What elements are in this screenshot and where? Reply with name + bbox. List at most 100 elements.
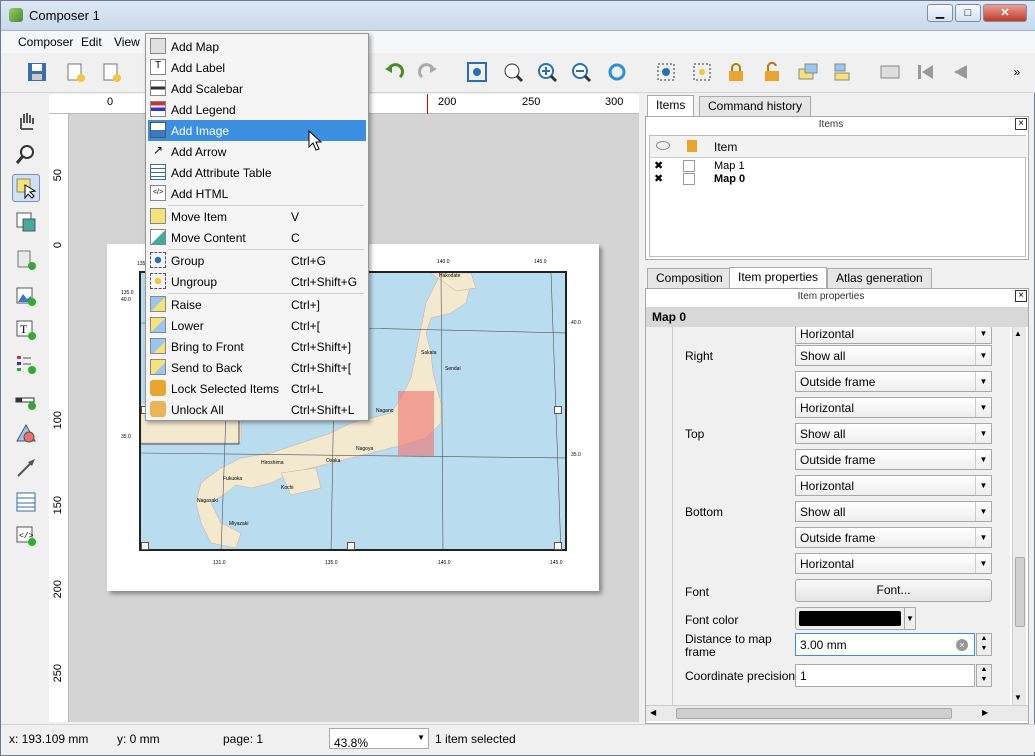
menu-item-group[interactable]: Group Ctrl+G [148, 250, 366, 271]
add-label-icon[interactable]: T [12, 316, 40, 344]
close-button[interactable]: ✕ [983, 4, 1027, 22]
lock-checkbox[interactable] [683, 160, 695, 172]
add-scalebar-icon[interactable] [12, 386, 40, 414]
selection-handle[interactable] [347, 542, 355, 550]
vertical-scrollbar[interactable]: ▲ ▼ [1012, 327, 1026, 705]
visibility-checkbox[interactable]: ✖ [654, 172, 663, 185]
top-display-combo[interactable]: Show all ▼ [795, 423, 992, 444]
menu-item-add-attribute-table[interactable]: Add Attribute Table [148, 162, 366, 183]
distance-spin-arrows[interactable]: ▲ ▼ [976, 633, 992, 656]
close-properties-panel-icon[interactable]: × [1015, 290, 1027, 302]
lock-icon[interactable] [723, 59, 749, 85]
ungroup-items-icon[interactable] [689, 59, 715, 85]
hscrollbar-thumb[interactable] [676, 708, 952, 719]
menu-item-move-content[interactable]: Move Content C [148, 227, 366, 248]
bottom-direction-combo[interactable]: Horizontal ▼ [795, 553, 992, 574]
precision-spin-arrows[interactable]: ▲ ▼ [976, 664, 992, 687]
selection-handle[interactable] [141, 542, 149, 550]
top-direction-combo[interactable]: Horizontal ▼ [795, 475, 992, 496]
right-direction-combo[interactable]: Horizontal ▼ [795, 397, 992, 418]
menu-view[interactable]: View [114, 35, 140, 49]
scroll-right-icon[interactable]: ▶ [982, 708, 988, 717]
menu-item-unlock-all[interactable]: Unlock All Ctrl+Shift+L [148, 399, 366, 420]
menu-item-add-image[interactable]: Add Image [148, 120, 366, 141]
grid-label-direction-combo[interactable]: Horizontal ▼ [795, 327, 992, 344]
menu-edit[interactable]: Edit [81, 35, 102, 49]
close-items-panel-icon[interactable]: × [1015, 118, 1027, 130]
scroll-up-icon[interactable]: ▲ [1014, 329, 1022, 338]
lock-checkbox[interactable] [683, 173, 695, 185]
unlock-icon[interactable] [759, 59, 785, 85]
font-color-dropdown[interactable]: ▼ [904, 607, 916, 630]
menu-item-add-label[interactable]: T Add Label [148, 57, 366, 78]
tree-row[interactable]: ✖ Map 1 [650, 160, 1027, 173]
menu-composer[interactable]: Composer [18, 35, 73, 49]
right-position-combo[interactable]: Outside frame ▼ [795, 371, 992, 392]
duplicate-composer-icon[interactable] [98, 59, 124, 85]
zoom-full-icon[interactable] [464, 59, 490, 85]
font-button[interactable]: Font... [795, 579, 992, 602]
scroll-down-icon[interactable]: ▼ [1014, 693, 1022, 702]
tab-atlas-generation[interactable]: Atlas generation [827, 268, 932, 288]
top-position-combo[interactable]: Outside frame ▼ [795, 449, 992, 470]
menu-item-bring-to-front[interactable]: Bring to Front Ctrl+Shift+] [148, 336, 366, 357]
select-move-icon[interactable] [12, 174, 40, 202]
save-icon[interactable] [24, 59, 50, 85]
add-image-icon[interactable] [12, 282, 40, 310]
move-content-icon[interactable] [12, 208, 40, 236]
add-map-icon[interactable] [12, 246, 40, 274]
tab-item-properties[interactable]: Item properties [729, 267, 828, 288]
maximize-button[interactable]: □ [955, 4, 981, 22]
selection-handle[interactable] [554, 542, 562, 550]
menu-item-lower[interactable]: Lower Ctrl+[ [148, 315, 366, 336]
zoom-in-icon[interactable] [534, 59, 560, 85]
menu-item-send-to-back[interactable]: Send to Back Ctrl+Shift+[ [148, 357, 366, 378]
tab-command-history[interactable]: Command history [699, 96, 812, 116]
precision-spinbox[interactable]: 1 [795, 664, 975, 687]
group-items-icon[interactable] [653, 59, 679, 85]
first-feature-icon[interactable] [913, 59, 939, 85]
add-arrow-icon[interactable] [12, 454, 40, 482]
font-color-button[interactable] [795, 607, 906, 630]
undo-icon[interactable] [381, 59, 407, 85]
menu-item-raise[interactable]: Raise Ctrl+] [148, 294, 366, 315]
atlas-preview-icon[interactable] [877, 59, 903, 85]
bottom-display-combo[interactable]: Show all ▼ [795, 501, 992, 522]
clear-icon[interactable]: × [956, 639, 968, 651]
tab-items[interactable]: Items [647, 95, 695, 116]
new-composer-icon[interactable] [62, 59, 88, 85]
scroll-left-icon[interactable]: ◀ [650, 708, 656, 717]
right-display-combo[interactable]: Show all ▼ [795, 345, 992, 366]
zoom-combo[interactable]: 43.8% ▼ [329, 728, 429, 750]
menu-item-add-scalebar[interactable]: Add Scalebar [148, 78, 366, 99]
menu-item-add-arrow[interactable]: ↗ Add Arrow [148, 141, 366, 162]
raise-items-icon[interactable] [795, 59, 821, 85]
menu-item-add-legend[interactable]: Add Legend [148, 99, 366, 120]
add-legend-icon[interactable] [12, 350, 40, 378]
distance-spinbox[interactable]: 3.00 mm × [795, 633, 975, 656]
menu-item-move-item[interactable]: Move Item V [148, 206, 366, 227]
tree-row[interactable]: ✖ Map 0 [650, 173, 1027, 186]
refresh-icon[interactable] [604, 59, 630, 85]
menu-item-lock-selected-items[interactable]: Lock Selected Items Ctrl+L [148, 378, 366, 399]
pan-icon[interactable] [12, 106, 40, 134]
add-html-icon[interactable]: </> [12, 522, 40, 550]
bottom-position-combo[interactable]: Outside frame ▼ [795, 527, 992, 548]
menu-item-ungroup[interactable]: Ungroup Ctrl+Shift+G [148, 271, 366, 292]
add-shape-icon[interactable] [12, 420, 40, 448]
horizontal-scrollbar[interactable]: ◀ ▶ [646, 705, 1028, 721]
menu-item-add-map[interactable]: Add Map [148, 36, 366, 57]
scrollbar-thumb[interactable] [1015, 557, 1025, 627]
zoom-tool-icon[interactable] [12, 140, 40, 168]
zoom-actual-icon[interactable] [500, 59, 526, 85]
toolbar-overflow-icon[interactable]: » [1007, 59, 1027, 85]
menu-item-add-html[interactable]: </> Add HTML [148, 183, 366, 204]
align-items-icon[interactable] [831, 59, 857, 85]
previous-feature-icon[interactable] [947, 59, 973, 85]
visibility-checkbox[interactable]: ✖ [654, 159, 663, 172]
zoom-out-icon[interactable] [568, 59, 594, 85]
redo-icon[interactable] [415, 59, 441, 85]
selection-handle[interactable] [554, 406, 562, 414]
minimize-button[interactable]: ▁ [927, 4, 953, 22]
tab-composition[interactable]: Composition [647, 268, 732, 288]
